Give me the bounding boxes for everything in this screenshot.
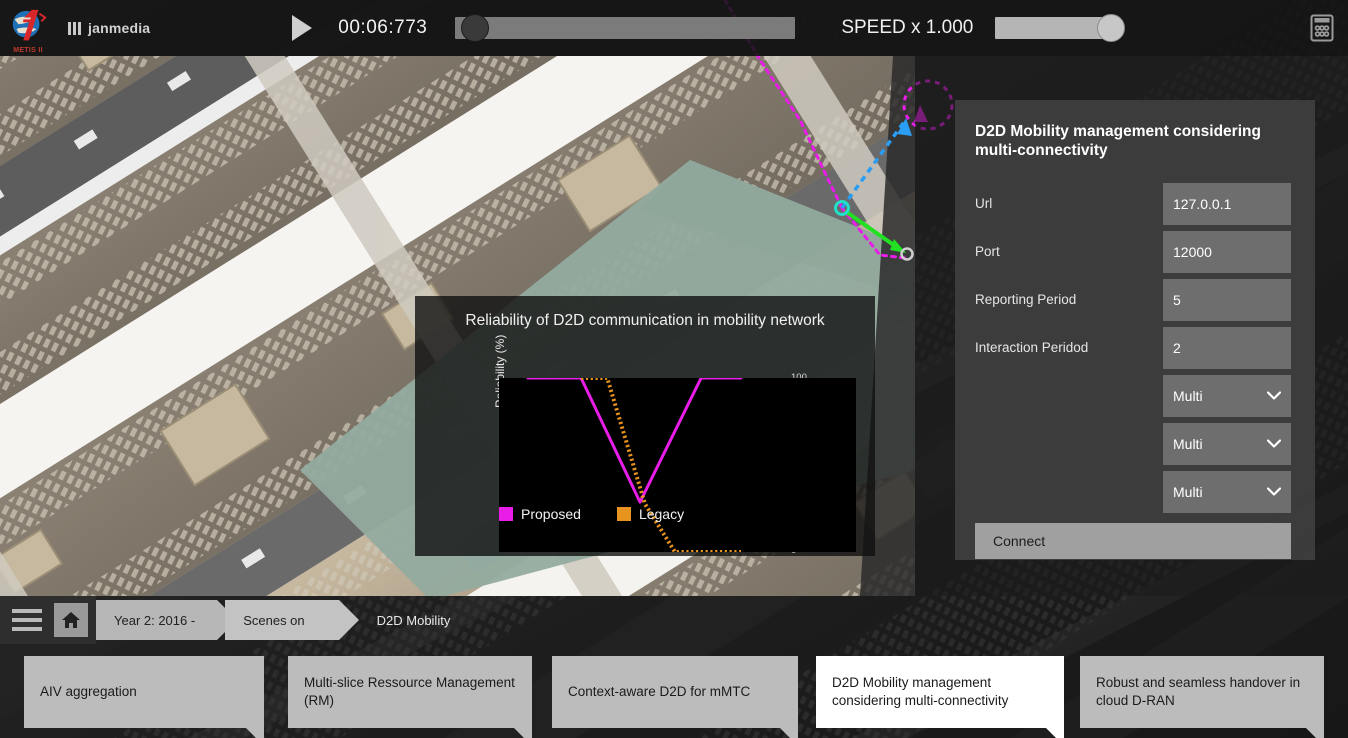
tab-tail-icon [514,728,532,738]
time-code: 00:06:773 [338,17,428,38]
legend-item-legacy: Legacy [616,506,685,522]
play-icon [292,15,313,41]
field-label-port: Port [975,244,1000,260]
chevron-down-icon [1267,487,1281,496]
mode-select-1-value: Multi [1173,387,1203,404]
brand-name: janmedia [88,20,151,36]
select-row-1: Multi [975,374,1291,417]
breadcrumb-label-d2d: D2D Mobility [376,612,451,628]
tab-label: Robust and seamless handover in cloud D-… [1096,675,1301,708]
chevron-down-icon [1267,391,1281,400]
legend-swatch-proposed [499,507,513,521]
timeline-track[interactable] [455,17,796,39]
legend-swatch-legacy [616,507,631,521]
scenario-tab-bar: AIV aggregation Multi-slice Ressource Ma… [0,644,1348,738]
play-button[interactable] [292,15,316,41]
select-row-3: Multi [975,470,1291,513]
field-row-port: Port [975,230,1291,273]
mode-select-2-value: Multi [1173,435,1203,452]
field-row-reporting-period: Reporting Period [975,278,1291,321]
tab-label: Multi-slice Ressource Management (RM) [304,675,515,708]
home-icon [62,612,80,628]
chart-legend: Proposed Legacy [499,506,684,522]
tab-label: AIV aggregation [40,684,137,700]
port-input[interactable] [1163,230,1291,273]
field-label-interaction-period: Interaction Peridod [975,340,1089,356]
chart-series-svg [526,378,743,552]
breadcrumb-item-scenes[interactable]: Scenes on [225,600,360,640]
field-label-reporting-period: Reporting Period [975,292,1077,308]
janmedia-bars-icon [68,21,81,35]
field-row-interaction-period: Interaction Peridod [975,326,1291,369]
application-window: METIS II janmedia 00:06:773 SPEED x 1.00… [0,0,1348,738]
breadcrumb-controls [0,596,96,644]
chart-series-legacy [581,378,741,552]
tab-context-aware-d2d[interactable]: Context-aware D2D for mMTC [552,656,798,738]
field-row-url: Url [975,182,1291,225]
reporting-period-input[interactable] [1163,278,1291,321]
top-toolbar: METIS II janmedia 00:06:773 SPEED x 1.00… [0,0,1348,56]
calculator-grid-icon [1310,14,1334,42]
calculator-grid-button[interactable] [1302,8,1342,48]
chart-series-proposed [526,378,743,504]
mode-select-1[interactable]: Multi [1163,374,1291,417]
breadcrumb-label-scenes: Scenes on [243,612,305,628]
metis-logo[interactable]: METIS II [0,0,56,56]
mode-select-3-value: Multi [1173,483,1203,500]
chart-plot-area [499,378,856,552]
tab-tail-icon [246,728,264,738]
logo-caption: METIS II [13,47,43,54]
chevron-down-icon [1267,439,1281,448]
select-row-2: Multi [975,422,1291,465]
breadcrumb-label-year: Year 2: 2016 - [114,612,196,628]
timeline-slider[interactable] [455,14,796,42]
chart-body: Reliability (%) 100 0 Proposed Legacy [415,330,875,556]
breadcrumb-item-year[interactable]: Year 2: 2016 - [96,600,238,640]
legend-label-legacy: Legacy [638,506,685,522]
breadcrumb-bar: Year 2: 2016 - Scenes on D2D Mobility [0,596,1348,644]
tab-tail-icon [1046,728,1064,738]
tab-robust-seamless-handover[interactable]: Robust and seamless handover in cloud D-… [1080,656,1324,738]
speed-thumb[interactable] [1097,14,1126,42]
speed-label: SPEED x 1.000 [841,17,974,38]
tab-tail-icon [780,728,798,738]
field-label-url: Url [975,196,993,212]
panel-title: D2D Mobility management considering mult… [975,123,1261,160]
url-input[interactable] [1163,182,1291,225]
legend-label-proposed: Proposed [521,506,581,522]
tab-tail-icon [1306,728,1324,738]
reliability-chart-card: Reliability of D2D communication in mobi… [415,296,875,556]
breadcrumb: Year 2: 2016 - Scenes on D2D Mobility [96,600,480,640]
brand: janmedia [68,20,150,36]
home-button[interactable] [54,603,88,637]
breadcrumb-item-d2d[interactable]: D2D Mobility [347,600,473,640]
legend-item-proposed: Proposed [499,506,581,522]
interaction-period-input[interactable] [1163,326,1291,369]
mode-select-3[interactable]: Multi [1163,470,1291,513]
tab-multi-slice-rm[interactable]: Multi-slice Ressource Management (RM) [288,656,532,738]
speed-slider[interactable] [995,14,1126,42]
tab-label: D2D Mobility management considering mult… [832,675,1009,708]
mode-select-2[interactable]: Multi [1163,422,1291,465]
chart-title: Reliability of D2D communication in mobi… [465,312,825,329]
configuration-panel: D2D Mobility management considering mult… [955,100,1315,560]
globe-logo-icon [12,9,47,41]
tab-d2d-mobility-management[interactable]: D2D Mobility management considering mult… [816,656,1064,738]
hamburger-menu-icon[interactable] [6,596,48,644]
tab-label: Context-aware D2D for mMTC [568,684,751,700]
tab-aiv-aggregation[interactable]: AIV aggregation [24,656,264,738]
connect-button[interactable]: Connect [975,522,1291,559]
